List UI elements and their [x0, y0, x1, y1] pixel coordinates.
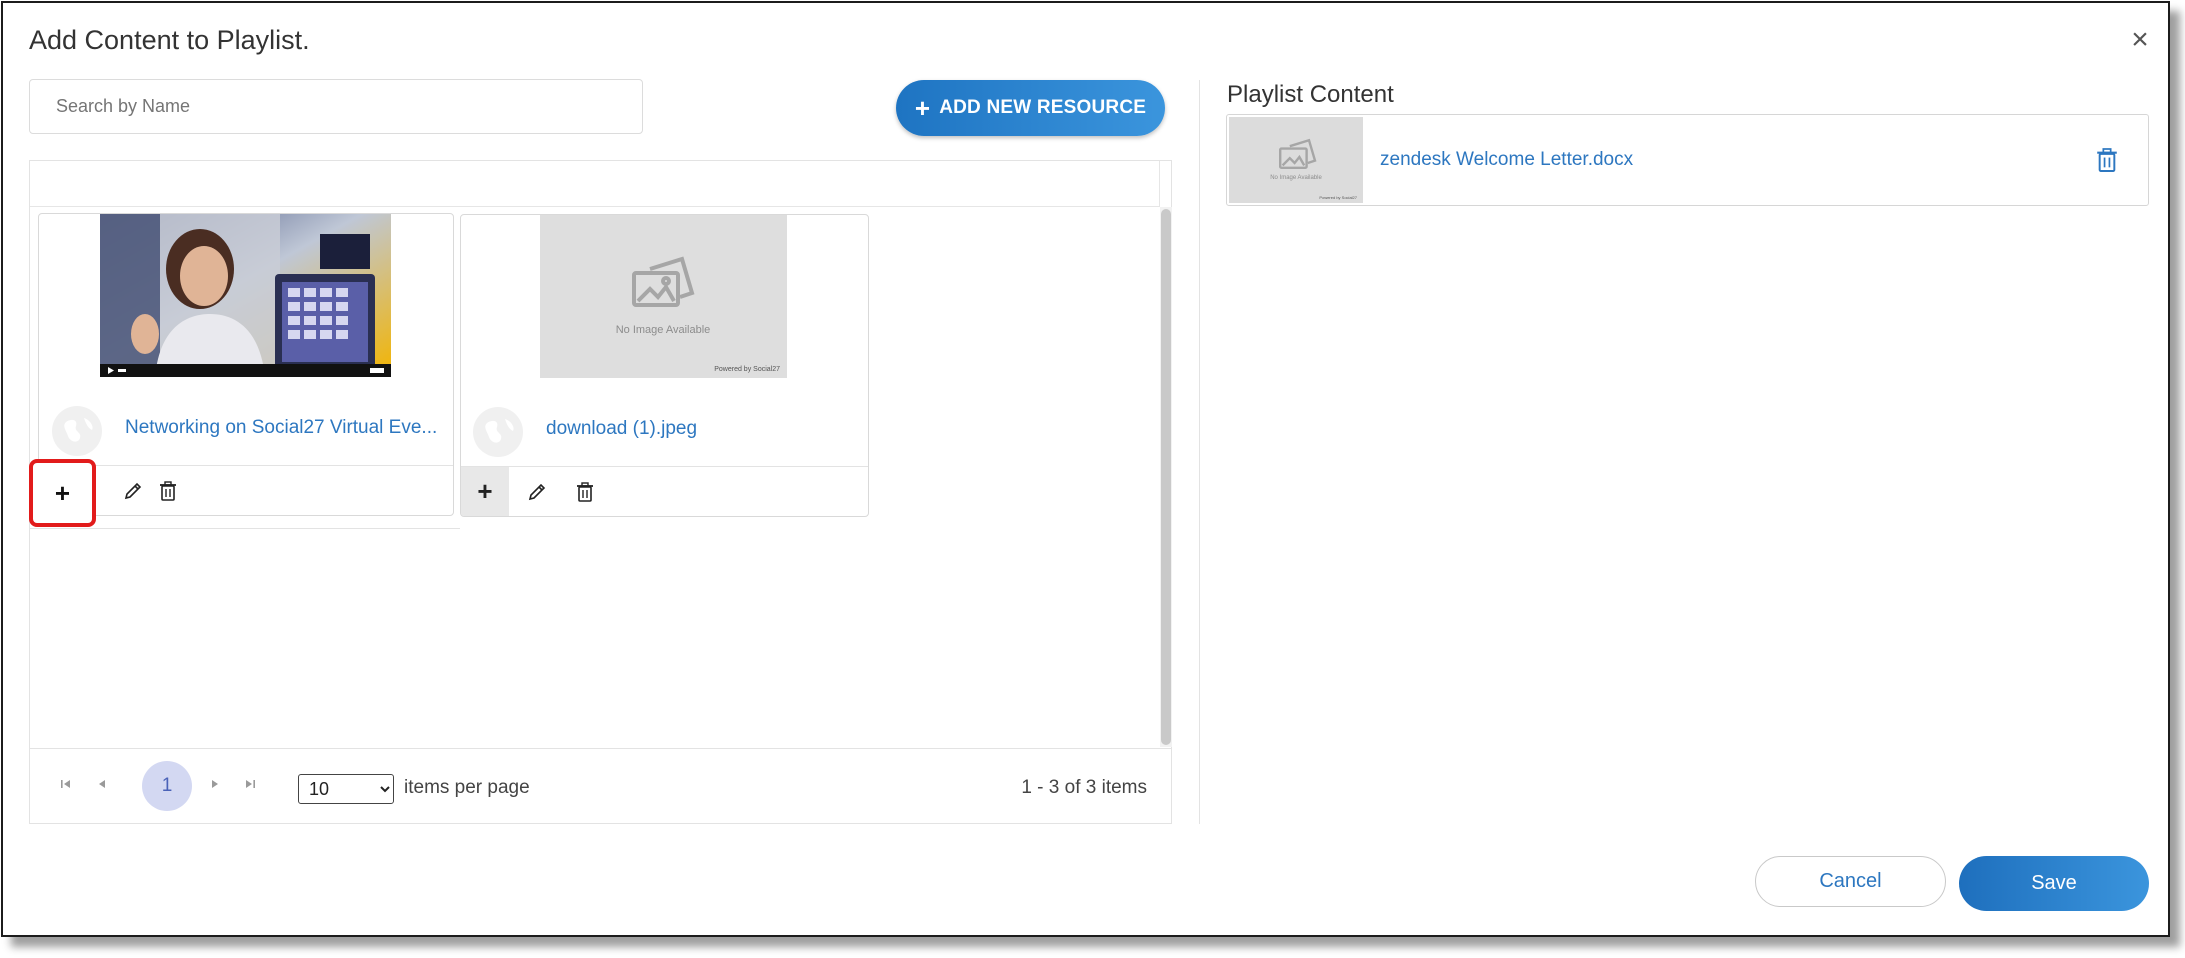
save-button[interactable]: Save	[1959, 856, 2149, 911]
panel-divider	[1199, 80, 1200, 824]
playlist-heading: Playlist Content	[1227, 81, 1394, 108]
powered-text: Powered by Social27	[714, 366, 780, 373]
search-input[interactable]	[29, 79, 643, 134]
per-page-label: items per page	[404, 777, 530, 798]
prev-page-icon[interactable]	[97, 777, 107, 793]
card-actions	[39, 465, 453, 515]
dialog-title: Add Content to Playlist.	[29, 25, 310, 55]
no-image-thumbnail[interactable]: No Image Available Powered by Social27	[540, 215, 787, 378]
page-number-current[interactable]: 1	[142, 761, 192, 811]
cancel-button[interactable]: Cancel	[1755, 856, 1946, 907]
trash-icon	[577, 481, 593, 502]
add-to-playlist-button[interactable]: +	[29, 459, 96, 527]
globe-icon	[473, 407, 523, 457]
add-to-playlist-button[interactable]: +	[461, 467, 509, 516]
image-placeholder-icon: No Image Available Powered by Social27	[1270, 138, 1358, 200]
video-thumbnail[interactable]	[100, 214, 391, 377]
next-page-icon[interactable]	[210, 777, 220, 793]
grid-header	[30, 161, 1160, 207]
add-new-resource-button[interactable]: + ADD NEW RESOURCE	[896, 80, 1165, 136]
playlist-item-name[interactable]: zendesk Welcome Letter.docx	[1380, 149, 1633, 171]
placeholder-text: No Image Available	[616, 324, 711, 336]
resource-title[interactable]: Networking on Social27 Virtual Eve...	[125, 417, 443, 439]
playlist-item-thumbnail: No Image Available Powered by Social27	[1229, 117, 1363, 203]
delete-button[interactable]	[561, 467, 609, 516]
items-count: 1 - 3 of 3 items	[1021, 777, 1147, 798]
powered-text: Powered by Social27	[1319, 195, 1357, 200]
last-page-icon[interactable]	[244, 777, 256, 793]
delete-button[interactable]	[144, 466, 192, 515]
scrollbar-thumb[interactable]	[1161, 209, 1171, 745]
placeholder-text: No Image Available	[1270, 175, 1322, 181]
card-actions: +	[461, 466, 868, 516]
close-icon[interactable]: ×	[2125, 25, 2155, 55]
trash-icon	[160, 480, 176, 501]
resource-grid: Networking on Social27 Virtual Eve... No…	[29, 160, 1172, 824]
playlist-item: No Image Available Powered by Social27 z…	[1226, 114, 2149, 206]
divider	[30, 528, 460, 529]
pencil-icon	[124, 482, 142, 499]
trash-icon[interactable]	[2096, 147, 2118, 173]
plus-icon: +	[914, 93, 931, 123]
edit-button[interactable]	[513, 467, 561, 516]
pagination: 1 10 items per page 1 - 3 of 3 items	[30, 748, 1171, 824]
pencil-icon	[528, 483, 546, 500]
add-new-resource-label: ADD NEW RESOURCE	[939, 97, 1147, 118]
first-page-icon[interactable]	[60, 777, 72, 793]
resource-card: Networking on Social27 Virtual Eve...	[38, 213, 454, 516]
add-content-dialog: Add Content to Playlist. × + ADD NEW RES…	[1, 1, 2170, 937]
globe-icon	[52, 406, 102, 456]
resource-card: No Image Available Powered by Social27 d…	[460, 214, 869, 517]
per-page-select[interactable]: 10	[298, 774, 394, 804]
image-placeholder-icon: No Image Available Powered by Social27	[616, 256, 780, 373]
resource-title[interactable]: download (1).jpeg	[546, 418, 846, 440]
